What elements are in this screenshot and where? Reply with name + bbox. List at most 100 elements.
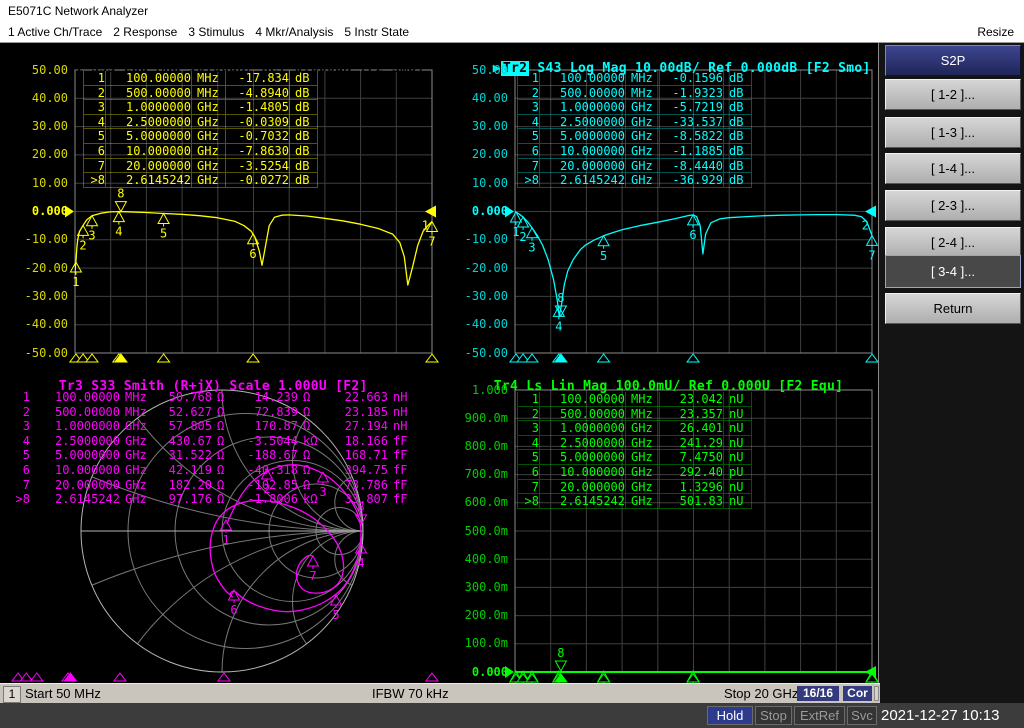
tr1-marker-4: 4 [112, 210, 126, 239]
tr1-stimulus-marker-icon [425, 353, 439, 363]
softkey-3-4[interactable]: [ 3-4 ]... [885, 255, 1021, 288]
tr1-stimulus-marker-icon [156, 353, 171, 363]
tr1-marker-7-label: 7 [428, 234, 435, 248]
menu-bar: 1 Active Ch/Trace 2 Response 3 Stimulus 4 M… [0, 22, 1024, 43]
tr1-marker-4-label: 4 [115, 225, 122, 239]
smith-chart [80, 389, 364, 673]
softkey-1-2[interactable]: [ 1-2 ]... [885, 79, 1021, 110]
tr3-marker-3-label: 3 [319, 485, 326, 499]
tr2-marker-2-label: 2 [519, 230, 526, 244]
window-title-bar: E5071C Network Analyzer [0, 0, 1024, 22]
tr3-marker-5-label: 5 [332, 608, 339, 622]
tr2-stimulus-marker-icon [686, 353, 701, 363]
tr3-marker-4-label: 4 [357, 556, 364, 570]
tr2-marker-3: 3 [525, 226, 539, 255]
plots-canvas: 1123 4 567821 234567812 3456788 [11, 69, 879, 684]
start-frequency-label: Start 50 MHz [25, 686, 101, 701]
tr2-ref-arrow-left-icon [505, 205, 514, 218]
extref-indicator: ExtRef [794, 706, 845, 725]
tr1-marker-1-label: 1 [72, 275, 79, 289]
svc-indicator: Svc [847, 706, 877, 725]
tr1-marker-8: 8 [114, 187, 128, 213]
tr1-marker-3-label: 3 [88, 229, 95, 243]
tr3-marker-2-label: 2 [263, 482, 270, 496]
tr3-stimulus-marker-icon [424, 672, 439, 682]
tr2-stimulus-marker-icon [865, 353, 879, 363]
tr1-stimulus-marker-icon [85, 353, 99, 363]
tr2-grid [514, 69, 873, 354]
tr3-marker-1-label: 1 [222, 533, 229, 547]
tr2-marker-8: 8 [554, 291, 568, 318]
menu-item-stimulus[interactable]: 3 Stimulus [188, 25, 244, 39]
smith-x-circle [292, 530, 363, 672]
smith-x-arcs [81, 390, 363, 672]
tr1-marker-5: 5 [157, 212, 170, 240]
softkey-s2p[interactable]: S2P [885, 45, 1021, 76]
tr3-marker-7-label: 7 [309, 569, 316, 583]
tr1-marker-5-triangle-icon [157, 212, 170, 224]
tr3-stimulus-marker-icon [29, 672, 44, 682]
status-stub-box [874, 686, 879, 701]
tr3-marker-8-label: 8 [357, 500, 364, 514]
corner-filler [880, 683, 1024, 703]
menu-item-active[interactable]: 1 Active Ch/Trace [8, 25, 102, 39]
tr3-marker-6-label: 6 [230, 603, 237, 617]
menu-item-response[interactable]: 2 Response [113, 25, 177, 39]
datetime-display: 2021-12-27 10:13 [881, 707, 1000, 724]
tr3-trace [209, 464, 362, 613]
tr2-marker-3-label: 3 [528, 241, 535, 255]
tr2-marker-8-label: 8 [557, 291, 564, 305]
correction-badge: Cor [843, 686, 872, 701]
tr1-marker-8-label: 8 [117, 187, 124, 201]
softkey-2-4[interactable]: [ 2-4 ]... [885, 227, 1021, 258]
sweep-count-badge: 16/16 [797, 686, 839, 701]
tr1-marker-5-label: 5 [160, 226, 167, 240]
window-title: E5071C Network Analyzer [8, 4, 149, 18]
tr1-marker-8-flag-icon [114, 201, 128, 213]
smith-x-circle [81, 390, 363, 532]
tr1-marker-2-label: 2 [79, 238, 86, 252]
tr2-stimulus-marker-icon [596, 353, 611, 363]
tr2-marker-4-label: 4 [555, 319, 562, 333]
tr4-marker-8: 8 [554, 646, 568, 673]
ifbw-label: IFBW 70 kHz [372, 686, 449, 701]
tr3-marker-7: 7 [306, 554, 320, 583]
menu-resize[interactable]: Resize [977, 25, 1014, 39]
tr1-marker-2: 2 [76, 224, 90, 252]
tr2-stimulus-marker-icon [525, 353, 539, 363]
softkey-sidebar: S2P[ 1-2 ]... [ 1-3 ]... [ 1-4 ]... [ 2-3 ]… [878, 43, 1024, 683]
tr1-marker-3-triangle-icon [85, 214, 99, 227]
stop-frequency-label: Stop 20 GHz [724, 686, 799, 701]
tr1-ref-arrow-right-icon [425, 205, 436, 218]
tr4-grid [514, 389, 873, 673]
instrument-status-bar: Hold Stop ExtRef Svc 2021-12-27 10:13 [0, 703, 1024, 728]
tr3-stimulus-marker-icon [216, 672, 231, 682]
softkey-return[interactable]: Return [885, 293, 1021, 324]
menu-item-instr[interactable]: 5 Instr State [344, 25, 409, 39]
channel-status-bar: 1 Start 50 MHz IFBW 70 kHz Stop 20 GHz 1… [0, 683, 880, 703]
hold-indicator: Hold [707, 706, 753, 725]
tr1-marker-6-label: 6 [249, 247, 256, 261]
tr1-stimulus-marker-icon [246, 353, 261, 363]
tr1-marker-3: 3 [85, 214, 99, 243]
tr3-stimulus-marker-icon [112, 672, 127, 682]
tr3-marker-7-triangle-icon [306, 554, 320, 567]
tr1-marker-4-triangle-icon [112, 210, 126, 223]
analyzer-screen: E5071C Network Analyzer 1 Active Ch/Trac… [0, 0, 1024, 728]
tr3-stimulus-marker-icon [19, 672, 34, 682]
tr2-marker-6-label: 6 [689, 228, 696, 242]
tr1-ref-arrow-left-icon [65, 205, 74, 218]
smith-x-circle [81, 390, 363, 532]
softkey-1-3[interactable]: [ 1-3 ]... [885, 117, 1021, 148]
stop-indicator: Stop [755, 706, 792, 725]
tr4-marker-8-flag-icon [554, 660, 568, 673]
softkey-1-4[interactable]: [ 1-4 ]... [885, 153, 1021, 184]
menu-item-mkr-analysis[interactable]: 4 Mkr/Analysis [255, 25, 333, 39]
tr2-marker-1-triangle-icon [509, 210, 523, 223]
tr4-marker-8-label: 8 [557, 646, 564, 660]
softkey-2-3[interactable]: [ 2-3 ]... [885, 190, 1021, 221]
channel-number-badge: 1 [3, 686, 21, 703]
tr2-marker-5-label: 5 [600, 249, 607, 263]
tr2-marker-7-label: 7 [868, 248, 875, 262]
tr2-ref-arrow-right-icon [865, 205, 876, 218]
